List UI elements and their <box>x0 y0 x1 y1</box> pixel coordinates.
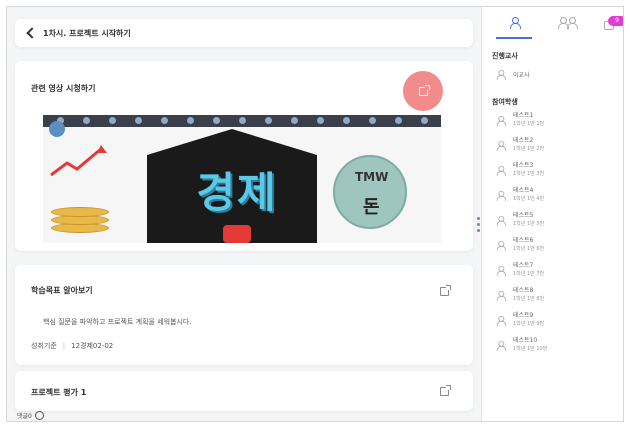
external-link-icon[interactable] <box>440 385 451 396</box>
student-name: 테스트2 <box>513 137 534 144</box>
learning-goal-card: 학습목표 알아보기 핵심 질문을 파악하고 프로젝트 계획을 세워봅시다. 성취… <box>15 265 473 365</box>
student-item[interactable]: 테스트10 1학년 1반 10번 <box>492 334 618 356</box>
criteria-code: 12경제02-02 <box>71 342 114 350</box>
chat-bubble-icon <box>34 411 44 420</box>
student-item[interactable]: 테스트7 1학년 1반 7번 <box>492 259 618 281</box>
project-card-title: 프로젝트 평가 1 <box>31 388 87 397</box>
student-class: 1학년 1반 6번 <box>513 246 545 252</box>
student-name: 테스트9 <box>513 312 534 319</box>
external-link-icon <box>418 84 430 96</box>
student-item[interactable]: 테스트3 1학년 1반 3번 <box>492 159 618 181</box>
active-tab-indicator <box>496 37 532 39</box>
play-icon[interactable] <box>223 225 251 243</box>
thumbnail-badge-sub: 돈 <box>363 197 380 218</box>
student-name: 테스트1 <box>513 112 534 119</box>
student-class: 1학년 1반 3번 <box>513 171 545 177</box>
video-card: 관련 영상 시청하기 경제 TMW 돈 <box>15 61 473 251</box>
student-class: 1학년 1반 9번 <box>513 321 545 327</box>
student-section-title: 참여학생 <box>492 98 518 106</box>
message-badge: 9 <box>608 16 623 26</box>
comment-count[interactable]: 댓글0 <box>17 411 44 420</box>
person-icon <box>496 69 507 80</box>
person-icon <box>496 215 507 226</box>
student-name: 테스트10 <box>513 337 538 344</box>
teacher-name: 이교사 <box>513 71 530 79</box>
student-class: 1학년 1반 1번 <box>513 121 545 127</box>
student-item[interactable]: 테스트5 1학년 1반 5번 <box>492 209 618 231</box>
person-icon <box>496 290 507 301</box>
external-link-icon[interactable] <box>440 285 451 296</box>
member-sidebar: 9 진행교사 이교사 참여학생 테스트1 1학년 1반 1번테스트2 1학년 1반 … <box>482 7 623 421</box>
video-card-title: 관련 영상 시청하기 <box>31 84 96 93</box>
student-name: 테스트4 <box>513 187 534 194</box>
student-item[interactable]: 테스트2 1학년 1반 2번 <box>492 134 618 156</box>
lesson-title: 1차시. 프로젝트 시작하기 <box>43 28 131 38</box>
person-icon <box>496 315 507 326</box>
person-icon <box>496 140 507 151</box>
student-name: 테스트8 <box>513 287 534 294</box>
student-class: 1학년 1반 5번 <box>513 221 545 227</box>
sidebar-tabs: 9 <box>482 7 623 43</box>
video-thumbnail[interactable]: 경제 TMW 돈 <box>43 115 441 243</box>
person-icon <box>496 240 507 251</box>
student-class: 1학년 1반 2번 <box>513 146 545 152</box>
tab-groups[interactable] <box>558 17 578 33</box>
student-name: 테스트6 <box>513 237 534 244</box>
group-icon <box>558 17 569 29</box>
app-frame: 1차시. 프로젝트 시작하기 관련 영상 시청하기 경제 TMW 돈 학습목표 … <box>6 6 624 422</box>
lesson-header: 1차시. 프로젝트 시작하기 <box>15 19 473 47</box>
teacher-section-title: 진행교사 <box>492 52 518 60</box>
student-item[interactable]: 테스트4 1학년 1반 4번 <box>492 184 618 206</box>
thumbnail-badge-text: TMW <box>355 170 389 184</box>
student-class: 1학년 1반 4번 <box>513 196 545 202</box>
thumbnail-sign-text: 경제 <box>196 168 278 217</box>
person-icon <box>496 340 507 351</box>
tab-members[interactable] <box>510 17 521 33</box>
student-item[interactable]: 테스트9 1학년 1반 9번 <box>492 309 618 331</box>
rising-chart-icon <box>50 145 107 177</box>
goal-card-title: 학습목표 알아보기 <box>31 286 93 295</box>
main-content: 1차시. 프로젝트 시작하기 관련 영상 시청하기 경제 TMW 돈 학습목표 … <box>15 15 473 421</box>
person-icon <box>496 115 507 126</box>
back-arrow-icon[interactable] <box>25 27 37 39</box>
person-icon <box>510 17 521 29</box>
teacher-item[interactable]: 이교사 <box>492 63 618 85</box>
criteria-label: 성취기준 <box>31 342 57 350</box>
student-class: 1학년 1반 7번 <box>513 271 545 277</box>
student-item[interactable]: 테스트8 1학년 1반 8번 <box>492 284 618 306</box>
comment-label: 댓글0 <box>17 413 32 420</box>
student-item[interactable]: 테스트1 1학년 1반 1번 <box>492 109 618 131</box>
student-name: 테스트5 <box>513 212 534 219</box>
student-class: 1학년 1반 10번 <box>513 346 548 352</box>
coin-stack-icon <box>51 193 109 239</box>
thumbnail-dot-strip <box>43 115 441 127</box>
person-icon <box>496 265 507 276</box>
achievement-criteria: 성취기준 | 12경제02-02 <box>31 342 114 350</box>
open-video-button[interactable] <box>403 71 443 111</box>
resize-handle[interactable] <box>477 217 480 233</box>
channel-logo-icon <box>49 121 65 137</box>
group-icon <box>567 17 578 29</box>
person-icon <box>496 190 507 201</box>
student-class: 1학년 1반 8번 <box>513 296 545 302</box>
student-name: 테스트7 <box>513 262 534 269</box>
student-item[interactable]: 테스트6 1학년 1반 6번 <box>492 234 618 256</box>
student-name: 테스트3 <box>513 162 534 169</box>
person-icon <box>496 165 507 176</box>
goal-description: 핵심 질문을 파악하고 프로젝트 계획을 세워봅시다. <box>43 318 192 326</box>
project-eval-card[interactable]: 프로젝트 평가 1 <box>15 371 473 411</box>
